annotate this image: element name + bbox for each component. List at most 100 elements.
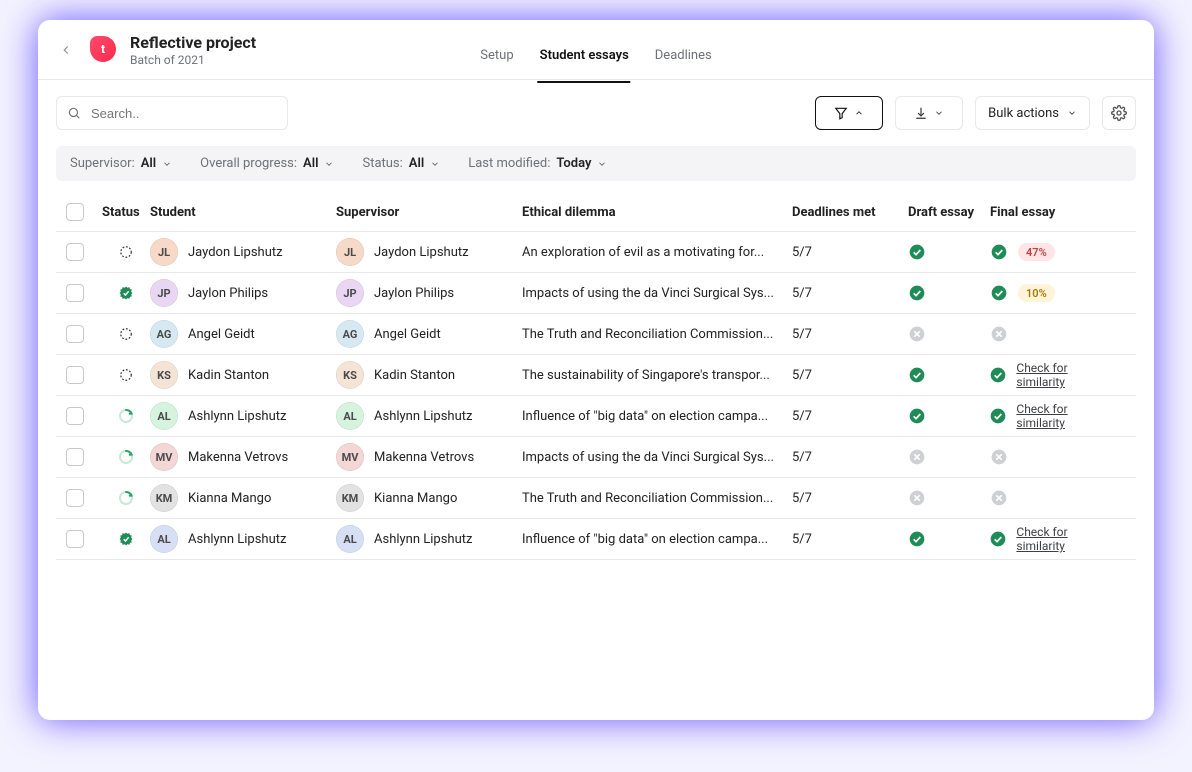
final-essay-cell: [990, 448, 1110, 466]
pending-dashed-icon: [119, 368, 133, 382]
filter-bar: Supervisor: All Overall progress: All St…: [56, 146, 1136, 181]
table-row[interactable]: KSKadin StantonKSKadin StantonThe sustai…: [56, 355, 1136, 396]
draft-essay-cell: [908, 284, 990, 302]
toolbar: Bulk actions: [38, 80, 1154, 146]
in-progress-icon: [118, 490, 134, 506]
chevron-down-icon: [324, 159, 334, 169]
check-similarity-link[interactable]: Check for similarity: [1016, 361, 1110, 389]
check-circle-icon: [990, 366, 1006, 384]
student-name: Kianna Mango: [188, 491, 271, 506]
app-logo: t: [90, 36, 116, 62]
avatar: AL: [336, 525, 364, 553]
student-name: Ashlynn Lipshutz: [188, 532, 286, 547]
in-progress-icon: [118, 449, 134, 465]
chevron-left-icon: [59, 43, 73, 57]
supervisor-name: Jaydon Lipshutz: [374, 245, 469, 260]
supervisor-name: Ashlynn Lipshutz: [374, 532, 472, 547]
final-essay-cell: 10%: [990, 284, 1110, 302]
chevron-down-icon: [1067, 108, 1077, 118]
check-circle-icon: [908, 243, 926, 261]
filter-button[interactable]: [815, 96, 883, 130]
avatar: KM: [336, 484, 364, 512]
deadlines-met: 5/7: [792, 450, 908, 465]
row-checkbox[interactable]: [66, 325, 84, 343]
table-row[interactable]: JLJaydon LipshutzJLJaydon LipshutzAn exp…: [56, 232, 1136, 273]
table-row[interactable]: AL Ashlynn Lipshutz AL Ashlynn Lipshutz Infl…: [56, 519, 1136, 560]
table-row[interactable]: AGAngel GeidtAGAngel GeidtThe Truth and …: [56, 314, 1136, 355]
tab-student-essays[interactable]: Student essays: [538, 38, 631, 83]
check-similarity-link[interactable]: Check for similarity: [1016, 525, 1110, 553]
deadlines-met: 5/7: [792, 286, 908, 301]
table-row[interactable]: JPJaylon PhilipsJPJaylon PhilipsImpacts …: [56, 273, 1136, 314]
logo-letter: t: [101, 42, 105, 56]
select-all-checkbox[interactable]: [66, 203, 84, 221]
avatar: MV: [336, 443, 364, 471]
row-checkbox[interactable]: [66, 243, 84, 261]
tabs: Setup Student essays Deadlines: [478, 38, 713, 83]
student-name: Makenna Vetrovs: [188, 450, 288, 465]
draft-essay-cell: [908, 243, 990, 261]
col-final: Final essay: [990, 205, 1110, 220]
back-button[interactable]: [56, 40, 76, 60]
draft-essay-cell: [908, 448, 990, 466]
title-block: Reflective project Batch of 2021: [130, 34, 256, 68]
chevron-down-icon: [934, 108, 944, 118]
row-checkbox[interactable]: [66, 284, 84, 302]
tab-setup[interactable]: Setup: [478, 38, 515, 83]
draft-essay-cell: [908, 366, 990, 384]
bulk-actions-button[interactable]: Bulk actions: [975, 96, 1090, 130]
avatar: MV: [150, 443, 178, 471]
filter-modified[interactable]: Last modified: Today: [468, 156, 607, 171]
check-circle-icon: [990, 530, 1006, 548]
check-similarity-link[interactable]: Check for similarity: [1016, 402, 1110, 430]
table-row[interactable]: KMKianna MangoKMKianna MangoThe Truth an…: [56, 478, 1136, 519]
row-checkbox[interactable]: [66, 448, 84, 466]
search-box[interactable]: [56, 96, 288, 130]
student-name: Jaydon Lipshutz: [188, 245, 283, 260]
table-row[interactable]: ALAshlynn LipshutzALAshlynn LipshutzInfl…: [56, 396, 1136, 437]
filter-status[interactable]: Status: All: [362, 156, 440, 171]
x-circle-icon: [908, 448, 926, 466]
ethical-dilemma: An exploration of evil as a motivating f…: [522, 245, 792, 260]
draft-essay-cell: [908, 489, 990, 507]
x-circle-icon: [990, 448, 1008, 466]
supervisor-name: Ashlynn Lipshutz: [374, 409, 472, 424]
ethical-dilemma: Influence of "big data" on election camp…: [522, 409, 792, 424]
row-checkbox[interactable]: [66, 366, 84, 384]
supervisor-name: Jaylon Philips: [374, 286, 454, 301]
ethical-dilemma: Influence of "big data" on election camp…: [522, 532, 792, 547]
filter-progress[interactable]: Overall progress: All: [200, 156, 334, 171]
ethical-dilemma: Impacts of using the da Vinci Surgical S…: [522, 286, 792, 301]
x-circle-icon: [990, 325, 1008, 343]
header-bar: t Reflective project Batch of 2021 Setup…: [38, 20, 1154, 80]
row-checkbox[interactable]: [66, 489, 84, 507]
col-dilemma: Ethical dilemma: [522, 205, 792, 220]
filter-supervisor[interactable]: Supervisor: All: [70, 156, 172, 171]
draft-essay-cell: [908, 530, 990, 548]
check-circle-icon: [908, 530, 926, 548]
col-draft: Draft essay: [908, 205, 990, 220]
table-head: Status Student Supervisor Ethical dilemm…: [56, 185, 1136, 232]
row-checkbox[interactable]: [66, 407, 84, 425]
deadlines-met: 5/7: [792, 245, 908, 260]
student-name: Angel Geidt: [188, 327, 255, 342]
col-supervisor: Supervisor: [336, 205, 522, 220]
table-row[interactable]: MVMakenna VetrovsMVMakenna VetrovsImpact…: [56, 437, 1136, 478]
chevron-up-icon: [854, 108, 864, 118]
deadlines-met: 5/7: [792, 532, 908, 547]
deadlines-met: 5/7: [792, 327, 908, 342]
final-essay-cell: Check for similarity: [990, 402, 1110, 430]
search-input[interactable]: [89, 105, 277, 122]
download-button[interactable]: [895, 96, 963, 130]
final-essay-cell: 47%: [990, 243, 1110, 261]
page-title: Reflective project: [130, 34, 256, 52]
avatar: AL: [150, 525, 178, 553]
deadlines-met: 5/7: [792, 409, 908, 424]
settings-button[interactable]: [1102, 96, 1136, 130]
supervisor-name: Kianna Mango: [374, 491, 457, 506]
row-checkbox[interactable]: [66, 530, 84, 548]
draft-essay-cell: [908, 407, 990, 425]
bulk-actions-label: Bulk actions: [988, 106, 1059, 121]
chevron-down-icon: [597, 159, 607, 169]
tab-deadlines[interactable]: Deadlines: [653, 38, 714, 83]
